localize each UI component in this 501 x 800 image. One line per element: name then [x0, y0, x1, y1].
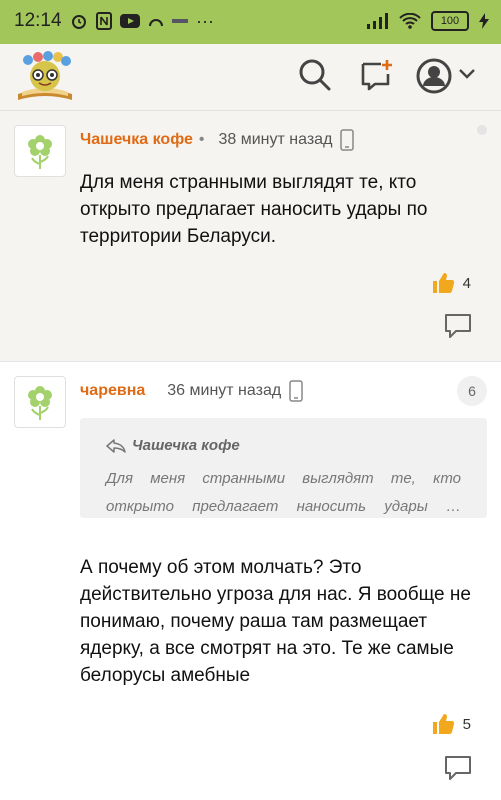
comment-item: чаревна 36 минут назад 6 Чашечка кофе Дл… — [0, 362, 501, 800]
quote-header: Чашечка кофе — [106, 437, 240, 454]
youtube-icon — [120, 14, 140, 28]
status-bar: 12:14 ··· 100 — [0, 0, 501, 44]
status-time: 12:14 — [14, 10, 62, 31]
arc-icon — [149, 19, 163, 27]
phone-icon — [289, 380, 303, 402]
comment-text: Для меня странными выглядят те, кто откр… — [80, 172, 428, 247]
status-icons-right: 100 — [367, 11, 489, 31]
thumbs-up-icon — [432, 714, 454, 734]
reply-icon[interactable] — [444, 755, 472, 781]
search-icon[interactable] — [298, 58, 332, 92]
quoted-comment[interactable]: Чашечка кофе Для меня странными выглядят… — [80, 418, 487, 518]
wifi-icon — [399, 13, 421, 29]
quote-author: Чашечка кофе — [132, 437, 240, 454]
comment-menu-dot[interactable] — [477, 125, 487, 135]
phone-icon — [340, 129, 355, 151]
charging-icon — [479, 13, 489, 29]
more-dots-icon: ··· — [196, 11, 214, 31]
comment-author[interactable]: Чашечка кофе — [80, 131, 193, 149]
small-logo-icon — [172, 19, 188, 23]
signal-icon — [367, 13, 388, 29]
like-button[interactable]: 4 — [431, 271, 471, 295]
comment-meta: Чашечка кофе • 38 минут назад — [80, 129, 355, 151]
thumbs-up-icon — [432, 273, 454, 293]
reply-arrow-icon — [106, 438, 126, 453]
comment-time: 36 минут назад — [167, 382, 282, 399]
avatar[interactable] — [14, 376, 66, 428]
comment-author[interactable]: чаревна — [80, 382, 145, 400]
battery-indicator: 100 — [431, 11, 469, 31]
like-button[interactable]: 5 — [431, 712, 471, 736]
nfc-icon — [96, 12, 112, 30]
quote-text: Для меня странными выглядят те, кто откр… — [106, 470, 461, 515]
like-count: 5 — [462, 715, 471, 733]
comment-item: Чашечка кофе • 38 минут назад Для меня с… — [0, 111, 501, 362]
alarm-icon — [72, 15, 86, 29]
app-header — [0, 44, 501, 111]
avatar[interactable] — [14, 125, 66, 177]
comment-number-badge: 6 — [457, 376, 487, 406]
separator-dot: • — [198, 131, 205, 148]
site-logo[interactable] — [14, 50, 76, 102]
profile-icon[interactable] — [416, 58, 452, 94]
status-icons-left: ··· — [70, 12, 214, 30]
like-count: 4 — [462, 274, 471, 292]
add-message-icon[interactable] — [360, 58, 394, 92]
reply-icon[interactable] — [444, 313, 472, 339]
comment-time: 38 минут назад — [218, 131, 333, 148]
chevron-down-icon[interactable] — [458, 68, 476, 80]
comment-meta: чаревна 36 минут назад — [80, 380, 303, 402]
comment-text: А почему об этом молчать? Это действител… — [80, 557, 471, 686]
